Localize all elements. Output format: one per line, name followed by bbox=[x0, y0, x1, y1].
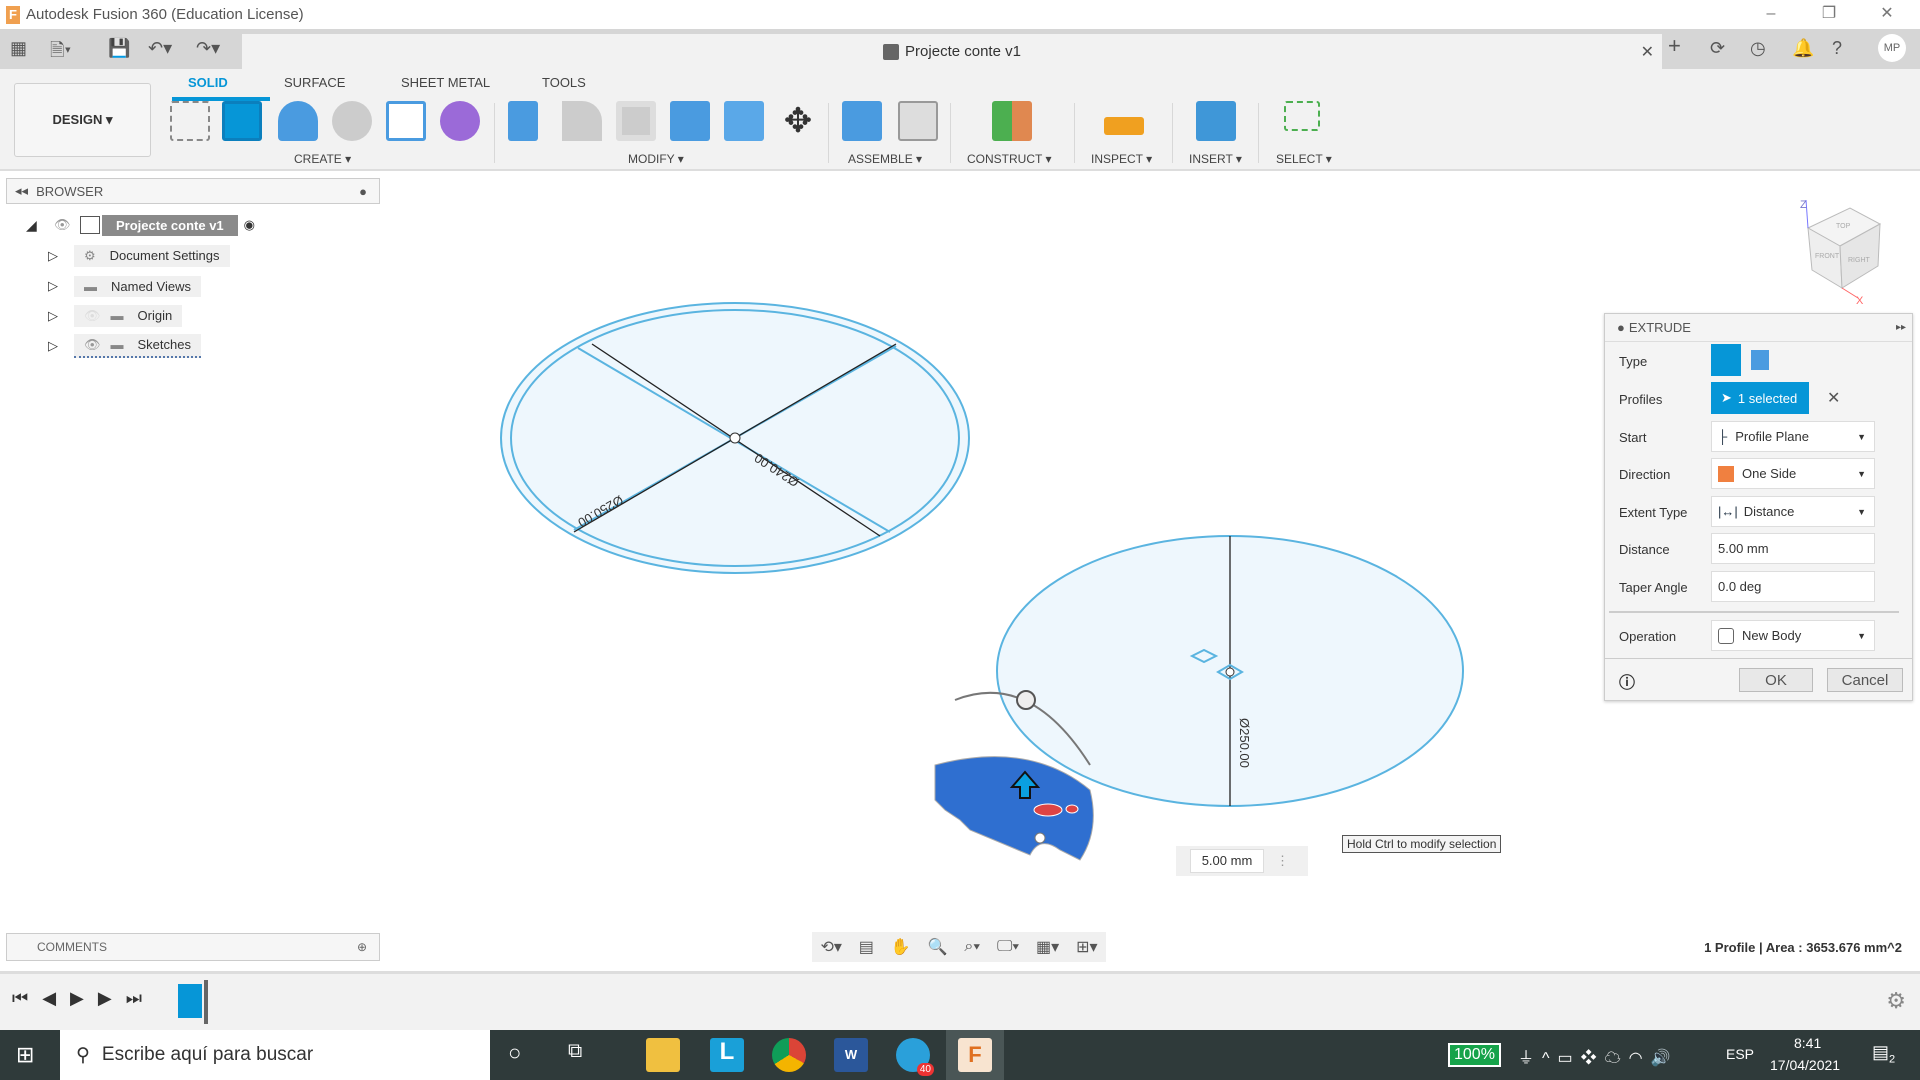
search-icon: ⚲ bbox=[76, 1044, 90, 1066]
timeline-sketch-feature[interactable] bbox=[178, 984, 202, 1018]
viewcube-front-face[interactable]: FRONT bbox=[1815, 253, 1840, 260]
word-icon[interactable]: W bbox=[834, 1038, 868, 1072]
extrude-dialog-header[interactable]: ● EXTRUDE ▸▸ bbox=[1605, 314, 1912, 342]
ok-button[interactable]: OK bbox=[1739, 668, 1813, 692]
step-forward-icon[interactable]: ▶ bbox=[98, 988, 112, 1009]
distance-label: Distance bbox=[1619, 541, 1670, 557]
comments-title: COMMENTS bbox=[37, 940, 107, 954]
orbit-icon[interactable]: ⟲▾ bbox=[820, 937, 841, 957]
cortana-icon[interactable]: ○ bbox=[508, 1040, 521, 1066]
fusion-360-taskbar-icon[interactable]: F bbox=[958, 1038, 992, 1072]
type-thin-button[interactable] bbox=[1751, 350, 1769, 370]
info-icon[interactable]: ⓘ bbox=[1619, 669, 1635, 693]
expand-dialog-icon[interactable]: ▸▸ bbox=[1896, 322, 1906, 333]
more-options-icon[interactable]: ⋮ bbox=[1276, 853, 1289, 869]
task-view-icon[interactable]: ⧉ bbox=[568, 1040, 582, 1063]
distance-input[interactable]: 5.00 mm bbox=[1711, 533, 1875, 564]
one-side-icon bbox=[1718, 465, 1734, 482]
dimension-label[interactable]: Ø250.00 bbox=[1237, 718, 1252, 768]
go-to-end-icon[interactable]: ⏭ bbox=[126, 988, 142, 1009]
viewcube-top-face[interactable]: TOP bbox=[1836, 223, 1851, 230]
system-tray-icons[interactable]: ⏚^▭❖☁◠🔊 bbox=[1518, 1044, 1679, 1068]
add-comment-icon[interactable]: ⊕ bbox=[357, 940, 367, 954]
file-explorer-icon[interactable] bbox=[646, 1038, 680, 1072]
pan-hand-icon[interactable]: ✋ bbox=[891, 937, 911, 957]
extrude-title: EXTRUDE bbox=[1628, 320, 1691, 335]
windows-start-icon[interactable]: ⊞ bbox=[16, 1042, 34, 1068]
display-settings-icon[interactable]: 🖵▾ bbox=[997, 938, 1019, 956]
navigation-bar: ⟲▾ ▤ ✋ 🔍 ⌕▾ 🖵▾ ▦▾ ⊞▾ bbox=[812, 932, 1106, 962]
step-back-icon[interactable]: ◀ bbox=[42, 988, 56, 1009]
profiles-label: Profiles bbox=[1619, 391, 1663, 407]
z-axis-label: Z bbox=[1800, 199, 1807, 211]
start-label: Start bbox=[1619, 429, 1647, 445]
clock-date[interactable]: 17/04/2021 bbox=[1770, 1057, 1840, 1073]
taskbar-search-box[interactable]: ⚲ Escribe aquí para buscar bbox=[60, 1030, 490, 1080]
profile-plane-icon: ├ bbox=[1718, 429, 1728, 444]
sketch-ellipse-top[interactable] bbox=[500, 302, 970, 574]
type-solid-button[interactable] bbox=[1711, 344, 1741, 376]
look-at-icon[interactable]: ▤ bbox=[859, 937, 874, 957]
go-to-start-icon[interactable]: ⏮ bbox=[12, 988, 28, 1009]
clear-selection-icon[interactable]: ✕ bbox=[1827, 388, 1840, 408]
grid-settings-icon[interactable]: ▦▾ bbox=[1036, 937, 1059, 957]
viewcube-right-face[interactable]: RIGHT bbox=[1848, 257, 1871, 264]
timeline: ⏮ ◀ ▶ ▶ ⏭ ⚙ bbox=[0, 971, 1920, 1030]
tooltip: Hold Ctrl to modify selection bbox=[1342, 835, 1502, 853]
collapse-dialog-icon[interactable]: ● bbox=[1617, 320, 1625, 335]
telegram-icon[interactable]: 40 bbox=[896, 1038, 934, 1076]
timeline-marker[interactable] bbox=[204, 980, 208, 1024]
viewport-distance-widget: 5.00 mm ⋮ bbox=[1176, 846, 1308, 876]
x-axis-label: X bbox=[1856, 295, 1864, 307]
viewport-distance-input[interactable]: 5.00 mm bbox=[1190, 849, 1264, 873]
zoom-icon[interactable]: 🔍 bbox=[928, 937, 948, 957]
cursor-arrow-icon: ➤ bbox=[1721, 390, 1732, 405]
telegram-badge: 40 bbox=[916, 1063, 934, 1076]
app-l-icon[interactable]: L bbox=[710, 1038, 744, 1072]
comments-panel-header[interactable]: COMMENTS ⊕ bbox=[6, 933, 380, 961]
distance-icon: |↔| bbox=[1718, 504, 1738, 519]
rotation-handle[interactable] bbox=[1016, 690, 1036, 710]
action-center-icon[interactable]: ▤2 bbox=[1872, 1042, 1895, 1066]
type-label: Type bbox=[1619, 353, 1648, 369]
operation-dropdown[interactable]: New Body ▼ bbox=[1711, 620, 1875, 651]
clock-time[interactable]: 8:41 bbox=[1794, 1035, 1821, 1051]
direction-dropdown[interactable]: One Side ▼ bbox=[1711, 458, 1875, 489]
viewcube[interactable]: Z X TOP FRONT RIGHT bbox=[1800, 199, 1882, 307]
start-dropdown[interactable]: ├ Profile Plane ▼ bbox=[1711, 421, 1875, 452]
selection-status: 1 Profile | Area : 3653.676 mm^2 bbox=[1704, 940, 1902, 955]
windows-taskbar: ⊞ ⚲ Escribe aquí para buscar ○ ⧉ L W 40 … bbox=[0, 1030, 1920, 1080]
operation-label: Operation bbox=[1619, 628, 1677, 644]
profiles-selection-button[interactable]: ➤ 1 selected bbox=[1711, 382, 1809, 414]
cancel-button[interactable]: Cancel bbox=[1827, 668, 1903, 692]
new-body-icon bbox=[1718, 627, 1734, 644]
extent-type-label: Extent Type bbox=[1619, 504, 1688, 520]
timeline-settings-gear-icon[interactable]: ⚙ bbox=[1886, 988, 1906, 1014]
direction-label: Direction bbox=[1619, 466, 1671, 482]
extrude-dialog: ● EXTRUDE ▸▸ Type Profiles ➤ 1 selected ✕… bbox=[1604, 313, 1913, 701]
fit-icon[interactable]: ⌕▾ bbox=[964, 938, 980, 956]
taper-angle-input[interactable]: 0.0 deg bbox=[1711, 571, 1875, 602]
viewports-icon[interactable]: ⊞▾ bbox=[1076, 937, 1097, 957]
extent-type-dropdown[interactable]: |↔| Distance ▼ bbox=[1711, 496, 1875, 527]
battery-indicator[interactable]: 100% bbox=[1448, 1043, 1501, 1067]
sketch-ellipse-bottom[interactable] bbox=[996, 535, 1464, 807]
chrome-icon[interactable] bbox=[772, 1038, 806, 1072]
play-icon[interactable]: ▶ bbox=[70, 988, 84, 1009]
taper-angle-label: Taper Angle bbox=[1619, 579, 1688, 595]
language-indicator[interactable]: ESP bbox=[1726, 1046, 1754, 1062]
